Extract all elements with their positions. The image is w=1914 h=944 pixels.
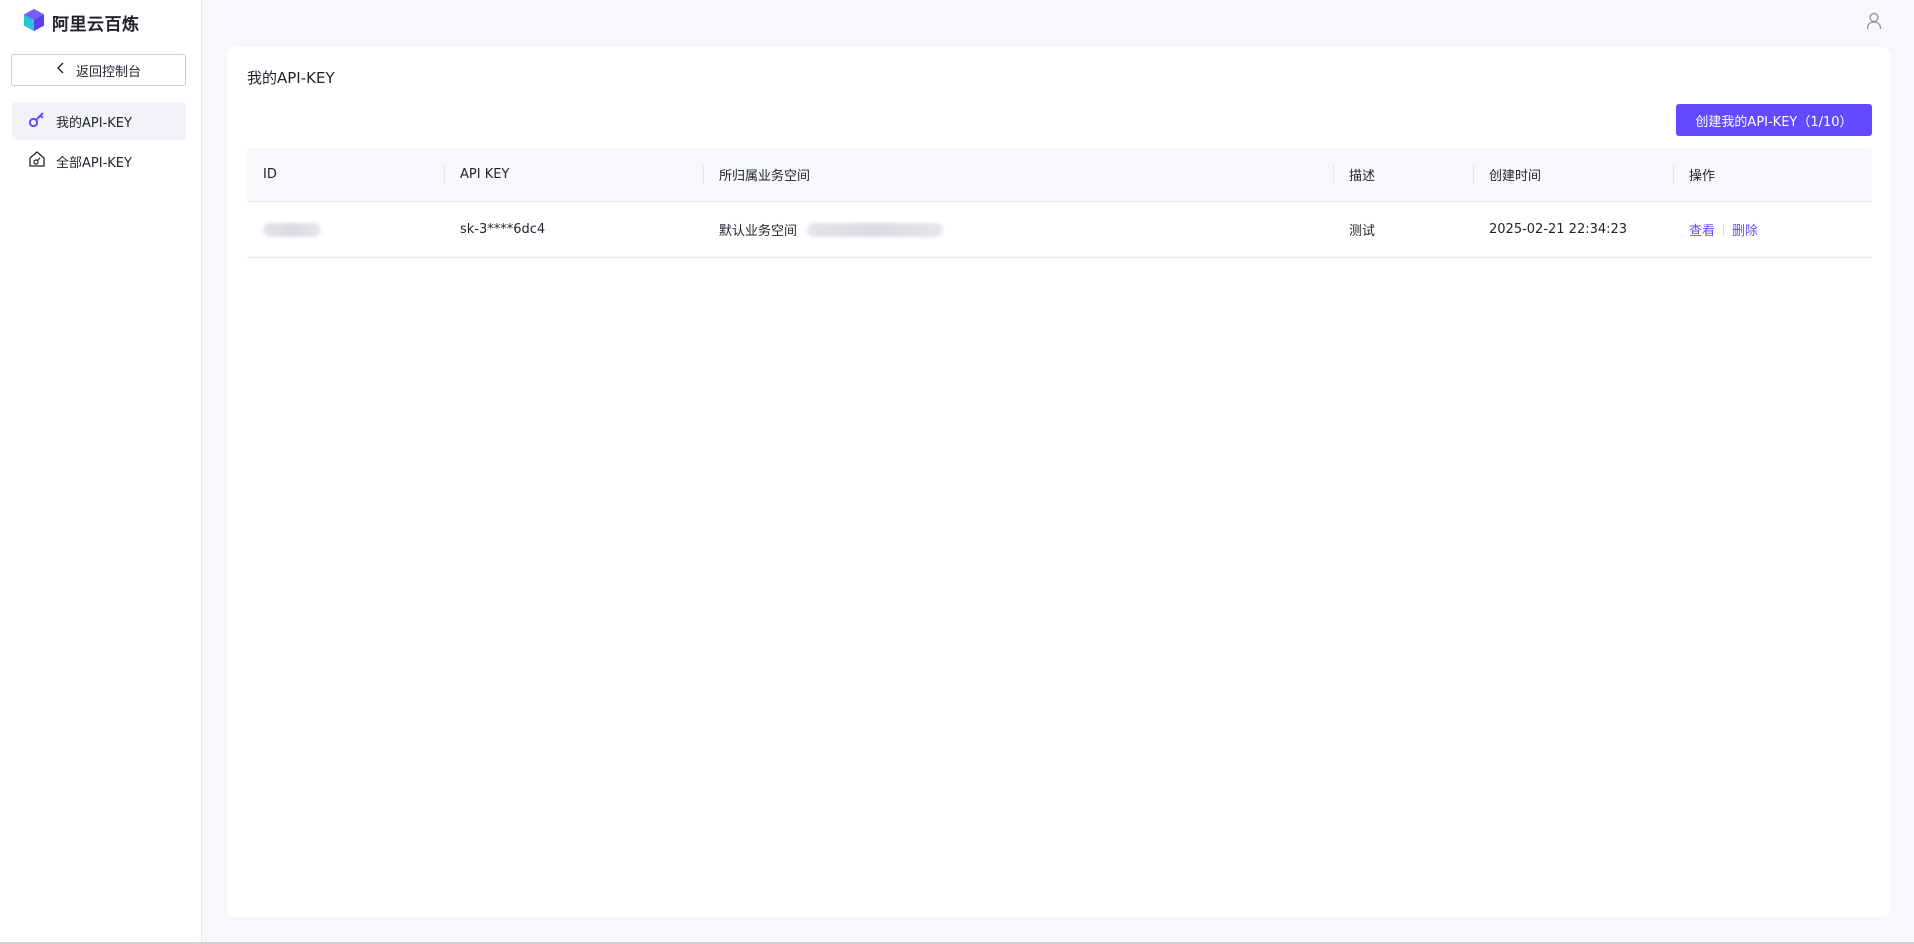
app-root: 阿里云百炼 返回控制台 我的API-KEY 全部API-KEY 我的API-KE… [0, 0, 1914, 944]
back-to-console-button[interactable]: 返回控制台 [11, 54, 186, 86]
main-card: 我的API-KEY 创建我的API-KEY（1/10） ID API KEY 所… [227, 47, 1891, 917]
column-header-api-key: API KEY [444, 148, 703, 201]
cell-api-key: sk-3****6dc4 [460, 222, 546, 237]
table-row: sk-3****6dc4 默认业务空间 测试 2025-02-21 22:34:… [247, 202, 1872, 258]
column-header-workspace: 所归属业务空间 [703, 148, 1333, 201]
page-title: 我的API-KEY [247, 69, 335, 87]
back-to-console-label: 返回控制台 [75, 64, 141, 80]
view-link[interactable]: 查看 [1689, 220, 1715, 239]
action-divider [1723, 223, 1725, 236]
cell-actions: 查看 删除 [1673, 202, 1872, 257]
cell-id [247, 202, 444, 257]
workspace-name: 默认业务空间 [719, 224, 798, 239]
api-key-table: ID API KEY 所归属业务空间 描述 创建时间 操作 sk-3****6d… [247, 148, 1872, 258]
chevron-left-icon [56, 62, 66, 78]
brand-name: 阿里云百炼 [52, 14, 140, 35]
bailian-logo-icon [22, 8, 46, 36]
user-icon[interactable] [1866, 12, 1882, 34]
brand-logo[interactable]: 阿里云百炼 [22, 9, 140, 35]
create-api-key-button[interactable]: 创建我的API-KEY（1/10） [1676, 104, 1872, 136]
column-header-description: 描述 [1333, 148, 1473, 201]
sidebar-item-label: 我的API-KEY [56, 115, 132, 131]
sidebar-item-all-api-key[interactable]: 全部API-KEY [12, 142, 186, 180]
cell-description: 测试 [1349, 224, 1376, 239]
column-header-actions: 操作 [1673, 148, 1872, 201]
column-header-id: ID [263, 167, 277, 182]
house-key-icon [28, 150, 46, 172]
cell-created: 2025-02-21 22:34:23 [1489, 222, 1628, 237]
redacted-id [263, 222, 321, 237]
delete-link[interactable]: 删除 [1732, 220, 1758, 239]
column-header-created: 创建时间 [1473, 148, 1673, 201]
sidebar-item-label: 全部API-KEY [56, 155, 132, 171]
sidebar: 阿里云百炼 返回控制台 我的API-KEY 全部API-KEY [0, 0, 202, 944]
cell-workspace: 默认业务空间 [703, 202, 1333, 257]
table-header: ID API KEY 所归属业务空间 描述 创建时间 操作 [247, 148, 1872, 202]
key-icon [28, 110, 46, 132]
sidebar-item-my-api-key[interactable]: 我的API-KEY [12, 102, 186, 140]
redacted-workspace-id [807, 222, 944, 237]
